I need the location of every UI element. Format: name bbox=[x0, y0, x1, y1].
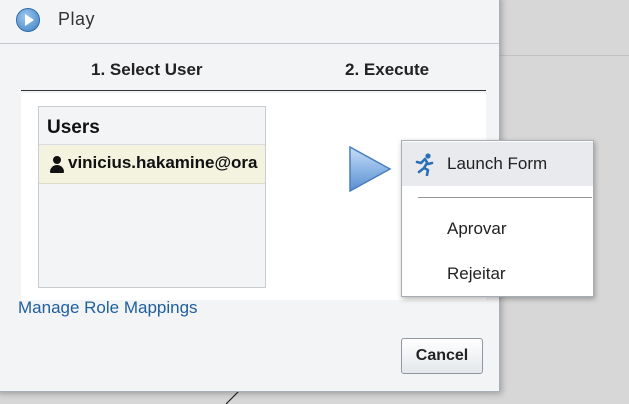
step-header: 1. Select User 2. Execute bbox=[21, 58, 486, 91]
menu-item-label: Aprovar bbox=[447, 219, 507, 238]
execute-menu: Launch Form Aprovar Rejeitar bbox=[401, 140, 594, 297]
cancel-button[interactable]: Cancel bbox=[401, 338, 483, 374]
dialog-title: Play bbox=[58, 9, 96, 29]
menu-item-rejeitar[interactable]: Rejeitar bbox=[402, 252, 593, 296]
user-row[interactable]: vinicius.hakamine@ora bbox=[39, 145, 265, 184]
users-list: Users vinicius.hakamine@ora bbox=[38, 106, 266, 288]
play-icon bbox=[16, 8, 40, 32]
step-execute: 2. Execute bbox=[345, 60, 430, 79]
users-header: Users bbox=[47, 117, 100, 138]
user-icon bbox=[50, 156, 64, 173]
dialog-title-bar[interactable]: Play bbox=[0, 0, 499, 44]
manage-role-mappings-link[interactable]: Manage Role Mappings bbox=[18, 298, 198, 318]
menu-separator bbox=[418, 197, 592, 198]
execute-arrow-icon bbox=[349, 145, 392, 193]
menu-item-aprovar[interactable]: Aprovar bbox=[402, 207, 593, 251]
backdrop-divider bbox=[500, 55, 629, 56]
menu-item-label: Rejeitar bbox=[447, 264, 506, 283]
menu-item-label: Launch Form bbox=[447, 154, 548, 173]
user-name: vinicius.hakamine@ora bbox=[68, 153, 258, 172]
menu-item-launch-form[interactable]: Launch Form bbox=[402, 142, 593, 186]
run-icon bbox=[415, 153, 434, 176]
step-select-user: 1. Select User bbox=[91, 60, 203, 79]
